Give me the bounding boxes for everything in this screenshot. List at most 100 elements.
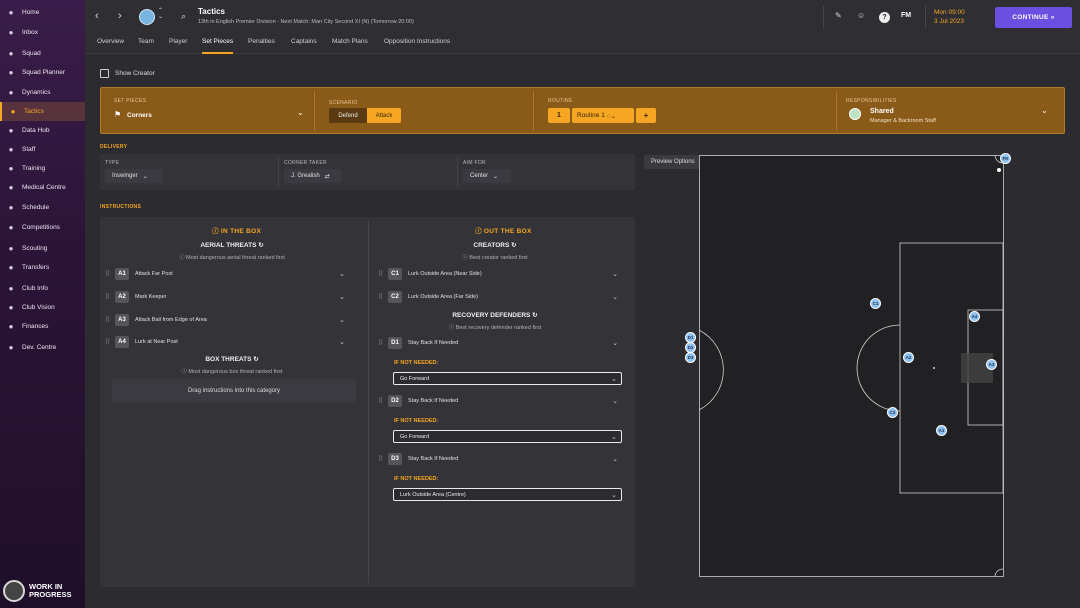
instruction-text: Stay Back If Needed bbox=[408, 455, 459, 462]
instruction-code: C1 bbox=[388, 267, 402, 280]
show-creator-label: Show Creator bbox=[115, 70, 155, 77]
sidebar-item-label: Dev. Centre bbox=[22, 344, 57, 351]
tab-player[interactable]: Player bbox=[169, 38, 187, 54]
help-icon[interactable]: ? bbox=[879, 12, 890, 23]
creators-title: CREATORS ↻ bbox=[473, 242, 517, 249]
box-threats-drop-zone[interactable]: Drag instructions into this category bbox=[112, 379, 356, 403]
pitch-player-marker[interactable]: D3 bbox=[685, 352, 696, 363]
sidebar-item-club-info[interactable]: ● Club Info bbox=[0, 279, 85, 298]
pitch-player-marker[interactable]: A2 bbox=[903, 352, 914, 363]
drag-handle-icon[interactable]: ⠿ bbox=[378, 455, 388, 463]
search-icon[interactable]: ⌕ bbox=[181, 11, 186, 22]
sidebar-item-transfers[interactable]: ● Transfers bbox=[0, 258, 85, 277]
routine-number[interactable]: 1 bbox=[548, 108, 570, 123]
fallback-select[interactable]: Go Forward ⌄ bbox=[393, 430, 622, 443]
pitch-player-marker[interactable]: A1 bbox=[936, 425, 947, 436]
current-date[interactable]: 3 Jul 2023 bbox=[934, 18, 964, 25]
fallback-select[interactable]: Go Forward ⌄ bbox=[393, 372, 622, 385]
pitch-player-marker[interactable]: D2 bbox=[685, 342, 696, 353]
out-the-box-label: OUT THE BOX bbox=[483, 228, 532, 235]
sidebar-item-home[interactable]: ● Home bbox=[0, 3, 85, 22]
drag-handle-icon[interactable]: ⠿ bbox=[105, 270, 115, 278]
box-threats-title-text: BOX THREATS bbox=[205, 356, 252, 363]
drag-handle-icon[interactable]: ⠿ bbox=[105, 316, 115, 324]
instruction-code: A4 bbox=[115, 335, 129, 348]
tab-penalties[interactable]: Penalties bbox=[248, 38, 275, 54]
drag-handle-icon[interactable]: ⠿ bbox=[105, 293, 115, 301]
show-creator-checkbox[interactable] bbox=[100, 69, 109, 78]
recovery-defender-row[interactable]: ⠿ D2 Stay Back If Needed ⌄ bbox=[378, 393, 622, 408]
pitch-player-marker[interactable]: C1 bbox=[870, 298, 881, 309]
chevron-down-icon: ⌄ bbox=[612, 293, 618, 301]
manager-icon[interactable]: ☺ bbox=[857, 11, 865, 20]
scenario-defend-button[interactable]: Defend bbox=[329, 108, 367, 123]
club-switch-chevron-icon[interactable]: ⌃ ⌄ bbox=[158, 8, 163, 20]
drag-handle-icon[interactable]: ⠿ bbox=[105, 338, 115, 346]
corner-taker-select[interactable]: J. Grealish ⇄ bbox=[284, 169, 342, 183]
recovery-defender-row[interactable]: ⠿ D3 Stay Back If Needed ⌄ bbox=[378, 451, 622, 466]
fallback-select[interactable]: Lurk Outside Area (Centre) ⌄ bbox=[393, 488, 622, 501]
sidebar-item-dev-centre[interactable]: ● Dev. Centre bbox=[0, 338, 85, 357]
pitch-player-marker[interactable]: A3 bbox=[986, 359, 997, 370]
scenario-attack-button[interactable]: Attack bbox=[367, 108, 401, 123]
tab-overview[interactable]: Overview bbox=[97, 38, 124, 54]
sidebar-item-medical-centre[interactable]: ● Medical Centre bbox=[0, 178, 85, 197]
edit-routine-icon[interactable]: ◌⌄ bbox=[607, 112, 616, 120]
pitch-player-marker[interactable]: FK bbox=[1000, 153, 1011, 164]
tab-opposition-instructions[interactable]: Opposition Instructions bbox=[384, 38, 450, 54]
recovery-defender-row[interactable]: ⠿ D1 Stay Back If Needed ⌄ bbox=[378, 335, 622, 350]
creator-row[interactable]: ⠿ C2 Lurk Outside Area (Far Side) ⌄ bbox=[378, 289, 622, 304]
drag-handle-icon[interactable]: ⠿ bbox=[378, 397, 388, 405]
sidebar-item-tactics[interactable]: ● Tactics bbox=[0, 102, 85, 121]
pencil-icon[interactable]: ✎ bbox=[835, 11, 842, 20]
sidebar-item-scouting[interactable]: ● Scouting bbox=[0, 239, 85, 258]
sidebar-item-competitions[interactable]: ● Competitions bbox=[0, 218, 85, 237]
tab-match-plans[interactable]: Match Plans bbox=[332, 38, 368, 54]
fm-menu-button[interactable]: FM bbox=[901, 12, 911, 19]
sidebar-item-dynamics[interactable]: ● Dynamics bbox=[0, 83, 85, 102]
aerial-threat-row[interactable]: ⠿ A1 Attack Far Post ⌄ bbox=[105, 266, 349, 281]
sidebar-item-inbox[interactable]: ● Inbox bbox=[0, 23, 85, 42]
aerial-threats-title: AERIAL THREATS ↻ bbox=[200, 242, 264, 249]
continue-button[interactable]: CONTINUE » bbox=[995, 7, 1072, 28]
sidebar-item-label: Schedule bbox=[22, 204, 50, 211]
drag-handle-icon[interactable]: ⠿ bbox=[378, 270, 388, 278]
drag-handle-icon[interactable]: ⠿ bbox=[378, 293, 388, 301]
schedule-icon: ● bbox=[8, 203, 14, 212]
sidebar-item-label: Tactics bbox=[24, 108, 44, 115]
tab-bar: Overview Team Player Set Pieces Penalties Cap… bbox=[85, 34, 1080, 54]
sidebar-item-data-hub[interactable]: ● Data Hub bbox=[0, 121, 85, 140]
sidebar-item-label: Club Vision bbox=[22, 304, 55, 311]
box-threats-title: BOX THREATS ↻ bbox=[205, 356, 259, 363]
sidebar-item-squad[interactable]: ● Squad bbox=[0, 44, 85, 63]
aerial-threat-row[interactable]: ⠿ A2 Mark Keeper ⌄ bbox=[105, 289, 349, 304]
aerial-threat-row[interactable]: ⠿ A3 Attack Ball from Edge of Area ⌄ bbox=[105, 312, 349, 327]
sidebar-item-finances[interactable]: ● Finances bbox=[0, 317, 85, 336]
divider bbox=[925, 6, 926, 28]
pitch-player-marker[interactable]: C2 bbox=[887, 407, 898, 418]
sidebar-item-training[interactable]: ● Training bbox=[0, 159, 85, 178]
club-badge-icon[interactable] bbox=[139, 9, 155, 25]
sidebar-item-label: Training bbox=[22, 165, 46, 172]
aim-for-select[interactable]: Center ⌄ bbox=[463, 169, 511, 183]
pitch-player-marker[interactable]: A4 bbox=[969, 311, 980, 322]
page-subtitle: 13th in English Premier Division - Next … bbox=[198, 19, 414, 25]
creator-row[interactable]: ⠿ C1 Lurk Outside Area (Near Side) ⌄ bbox=[378, 266, 622, 281]
drag-handle-icon[interactable]: ⠿ bbox=[378, 339, 388, 347]
set-piece-dropdown-chevron-icon[interactable]: ⌄ bbox=[297, 108, 304, 117]
set-piece-value[interactable]: Corners bbox=[127, 112, 152, 119]
tab-captains[interactable]: Captains bbox=[291, 38, 317, 54]
forward-arrow-icon[interactable]: › bbox=[118, 10, 122, 22]
sidebar-item-club-vision[interactable]: ● Club Vision bbox=[0, 298, 85, 317]
add-routine-button[interactable]: + bbox=[636, 108, 656, 123]
routine-select[interactable]: Routine 1 ◌⌄ bbox=[572, 108, 634, 123]
back-arrow-icon[interactable]: ‹ bbox=[95, 10, 99, 22]
aerial-threat-row[interactable]: ⠿ A4 Lurk at Near Post ⌄ bbox=[105, 334, 349, 349]
sidebar-item-schedule[interactable]: ● Schedule bbox=[0, 198, 85, 217]
delivery-type-select[interactable]: Inswinger ⌄ bbox=[105, 169, 163, 183]
tab-set-pieces[interactable]: Set Pieces bbox=[202, 38, 234, 54]
sidebar-item-squad-planner[interactable]: ● Squad Planner bbox=[0, 63, 85, 82]
responsibilities-chevron-icon[interactable]: ⌄ bbox=[1041, 106, 1048, 115]
tab-team[interactable]: Team bbox=[138, 38, 154, 54]
sidebar-item-staff[interactable]: ● Staff bbox=[0, 140, 85, 159]
